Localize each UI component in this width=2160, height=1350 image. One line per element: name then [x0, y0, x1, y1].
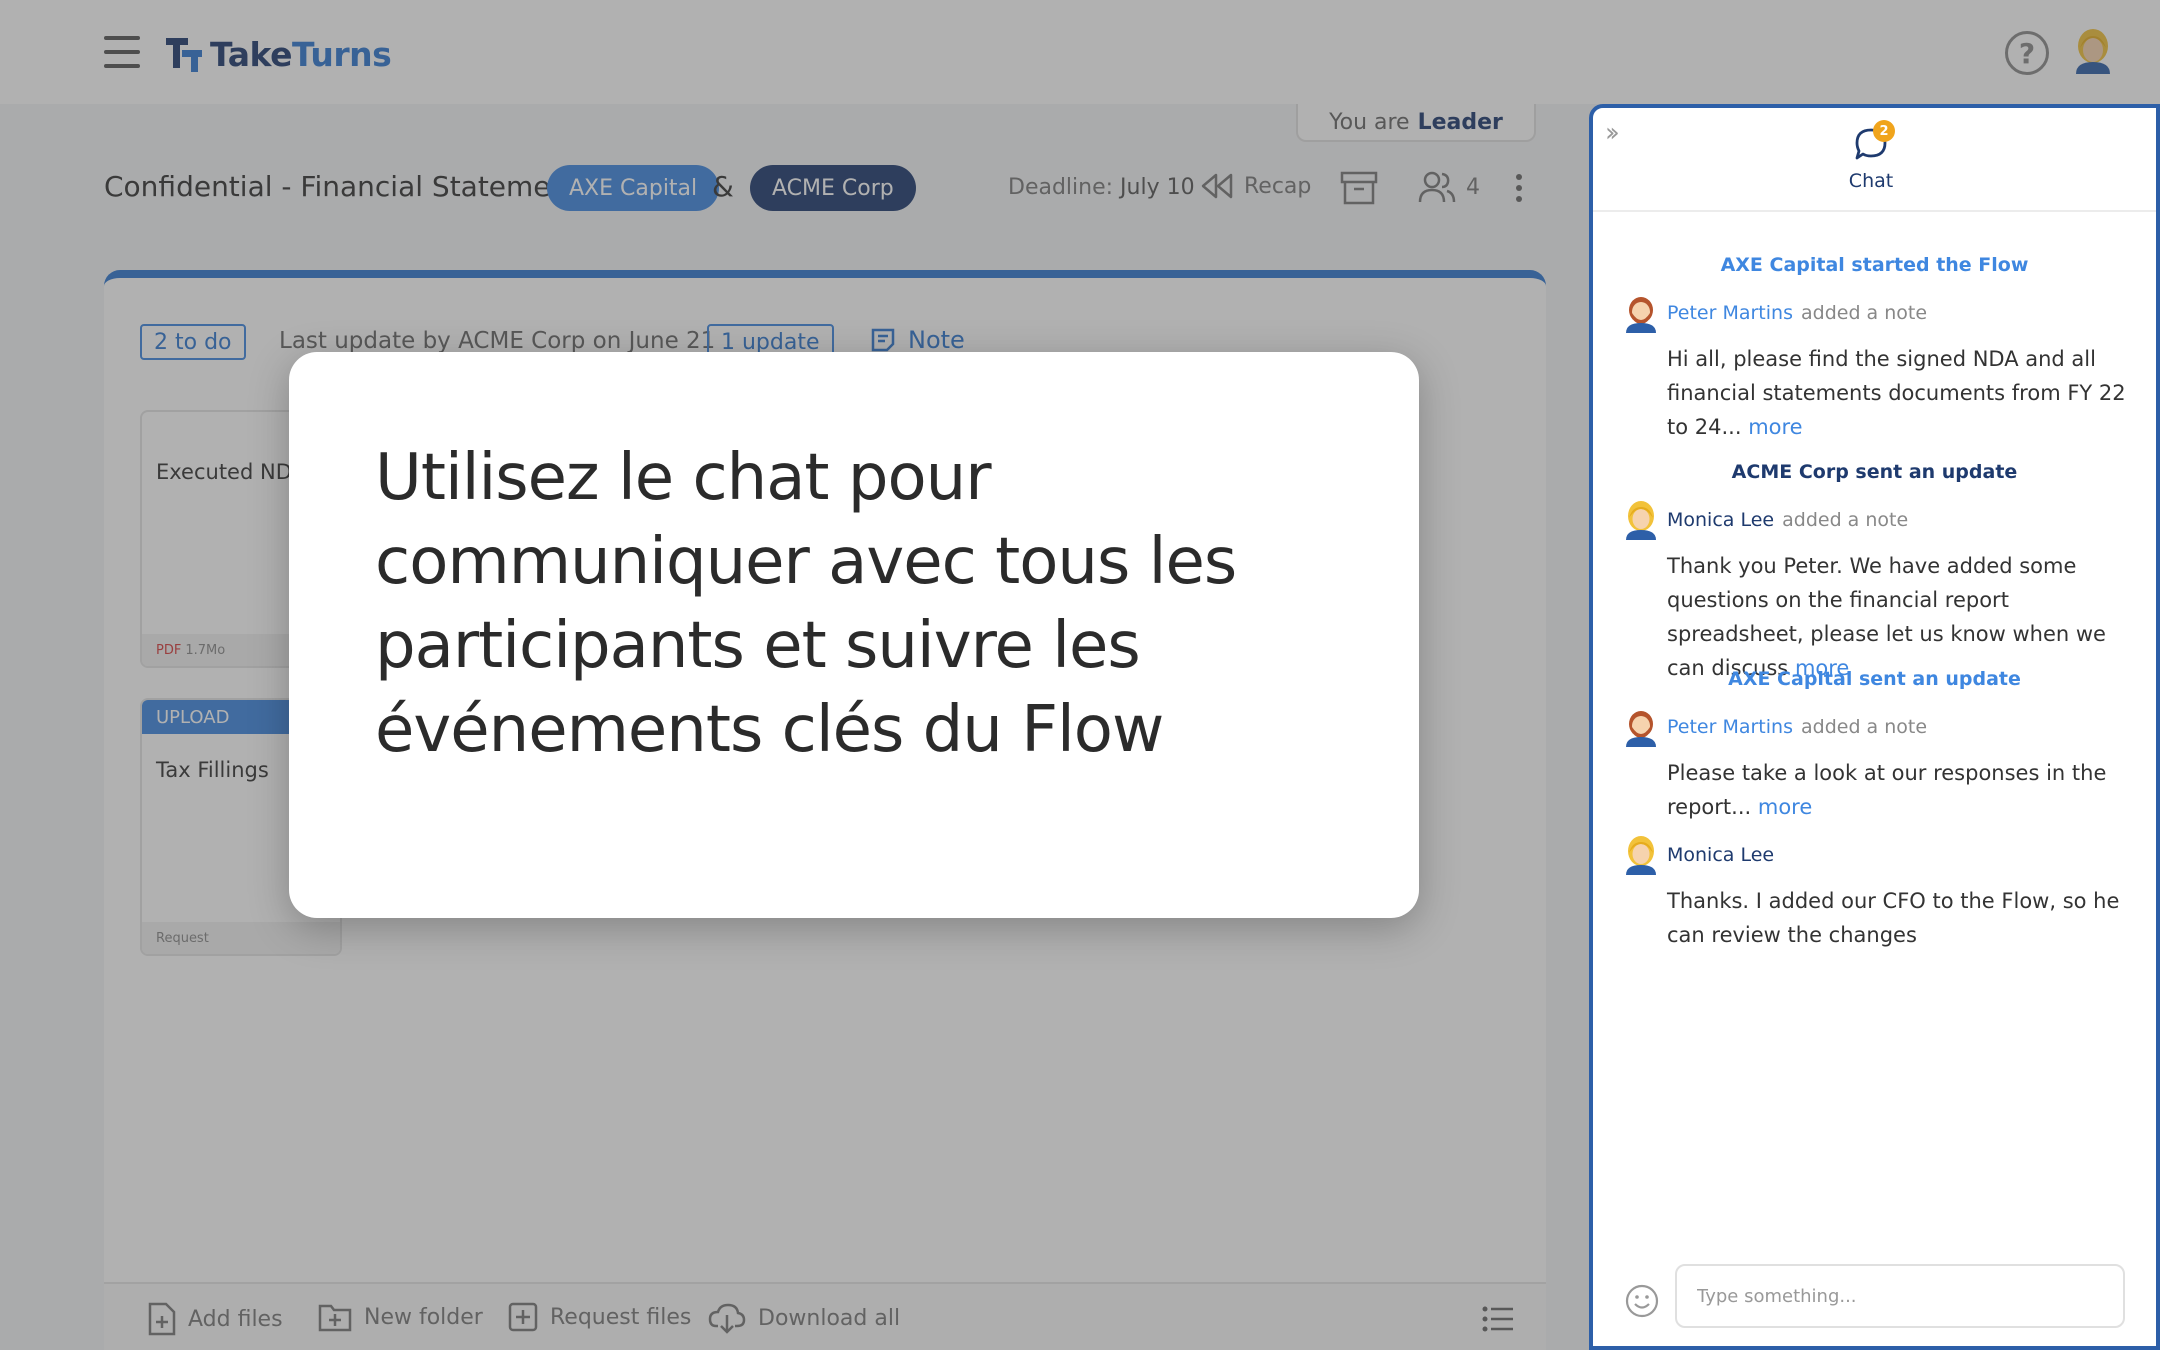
- message-author[interactable]: Peter Martins: [1667, 716, 1793, 738]
- message-action: added a note: [1782, 509, 1909, 531]
- chat-composer: [1593, 1264, 2156, 1332]
- message-action: added a note: [1800, 716, 1928, 738]
- collapse-icon[interactable]: ››: [1605, 118, 1620, 148]
- event-line: AXE Capital sent an update: [1728, 668, 2021, 690]
- divider: [1593, 210, 2156, 212]
- message-body: Thanks. I added our CFO to the Flow, so …: [1667, 889, 2120, 947]
- avatar: [1626, 501, 1656, 540]
- message-author[interactable]: Monica Lee: [1667, 509, 1774, 531]
- message-body: Hi all, please find the signed NDA and a…: [1667, 347, 2126, 439]
- tour-message: Utilisez le chat pour communiquer avec t…: [375, 441, 1237, 767]
- more-link[interactable]: more: [1758, 795, 1812, 819]
- chat-message: Peter Martins added a note Please take a…: [1623, 708, 2133, 824]
- more-link[interactable]: more: [1748, 415, 1802, 439]
- message-body: Please take a look at our responses in t…: [1667, 761, 2107, 819]
- chat-input[interactable]: [1675, 1264, 2125, 1328]
- message-action: added a note: [1800, 302, 1928, 324]
- avatar: [1626, 836, 1656, 875]
- unread-badge: 2: [1873, 120, 1895, 142]
- tab-chat[interactable]: 2 Chat: [1839, 120, 1903, 192]
- message-body: Thank you Peter. We have added some ques…: [1667, 554, 2106, 680]
- message-author[interactable]: Monica Lee: [1667, 844, 1774, 866]
- emoji-icon[interactable]: [1625, 1284, 1659, 1318]
- chat-message: Peter Martins added a note Hi all, pleas…: [1623, 294, 2133, 444]
- chat-panel: ›› 2 Chat AXE Capital started the Flow P…: [1589, 104, 2160, 1350]
- avatar: [1626, 297, 1656, 333]
- message-author[interactable]: Peter Martins: [1667, 302, 1793, 324]
- tour-tooltip[interactable]: Utilisez le chat pour communiquer avec t…: [289, 352, 1419, 918]
- tab-chat-label: Chat: [1848, 170, 1894, 192]
- chat-message: Monica Lee added a note Thank you Peter.…: [1623, 501, 2133, 685]
- chat-message: Monica Lee Thanks. I added our CFO to th…: [1623, 836, 2133, 952]
- event-line: AXE Capital started the Flow: [1720, 254, 2029, 276]
- event-line: ACME Corp sent an update: [1731, 461, 2018, 483]
- avatar: [1626, 711, 1656, 747]
